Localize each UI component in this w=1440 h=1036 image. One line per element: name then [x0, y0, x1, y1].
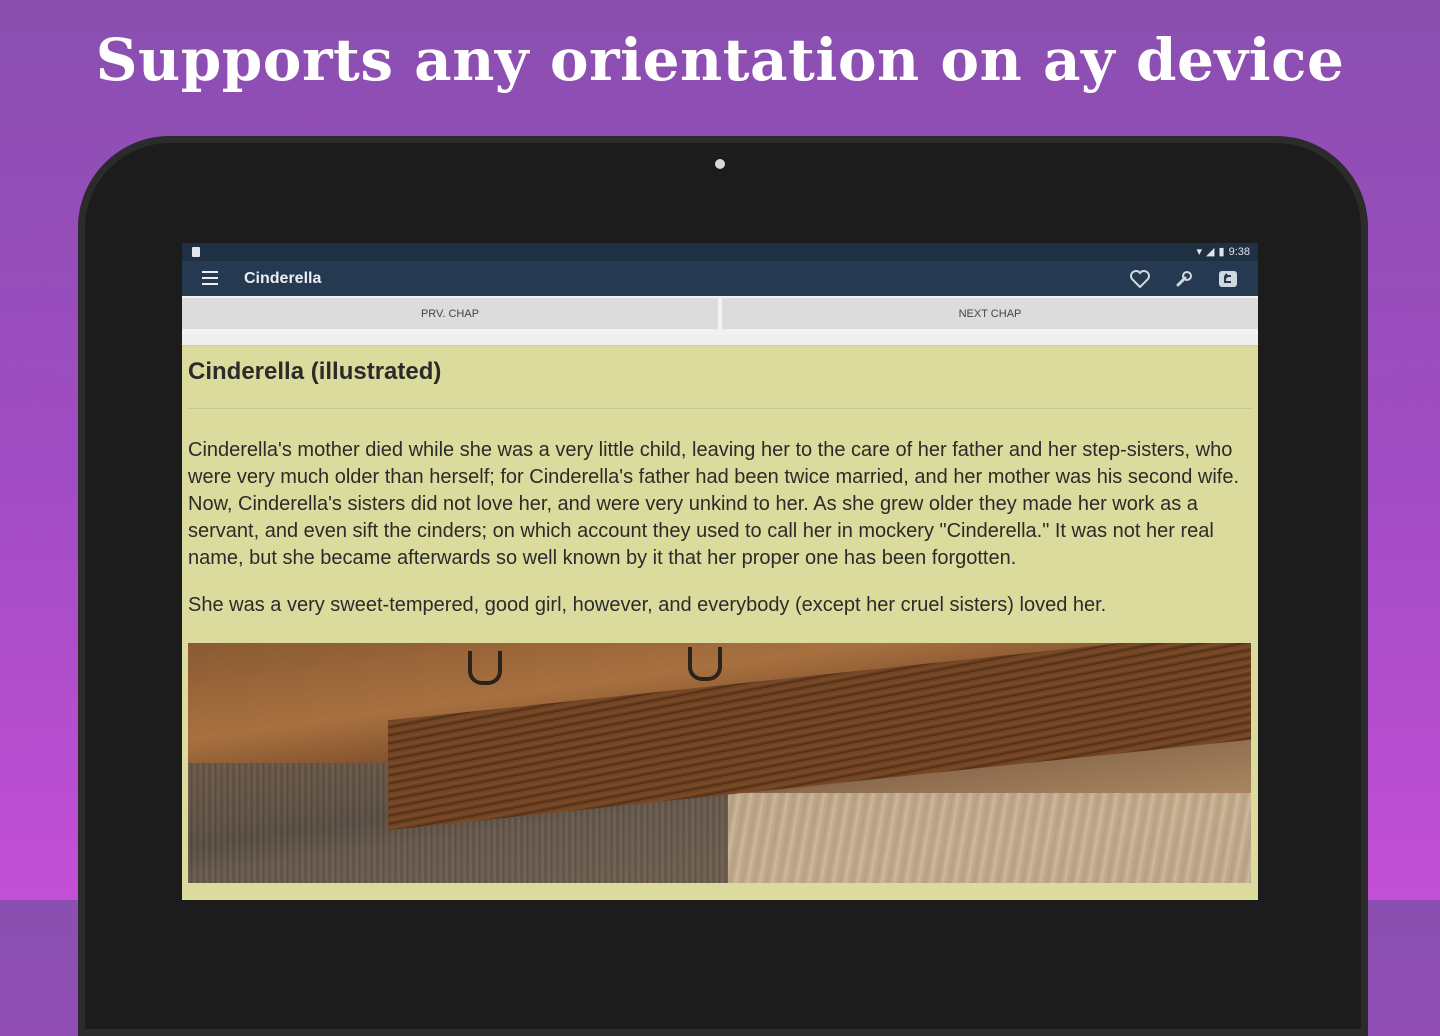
exit-icon[interactable] — [1216, 267, 1240, 291]
wrench-settings-icon[interactable] — [1172, 267, 1196, 291]
reading-content[interactable]: Cinderella (illustrated) Cinderella's mo… — [182, 346, 1258, 883]
notification-icon — [192, 247, 200, 257]
hamburger-menu-icon[interactable] — [202, 271, 218, 285]
chapter-navigation: PRV. CHAP NEXT CHAP — [182, 296, 1258, 335]
battery-icon: ▮ — [1218, 246, 1225, 258]
signal-icon: ◢ — [1206, 246, 1215, 258]
previous-chapter-button[interactable]: PRV. CHAP — [182, 298, 718, 329]
story-illustration — [188, 643, 1251, 883]
app-title: Cinderella — [244, 270, 322, 287]
illustration-hook — [688, 647, 722, 681]
promo-headline: Supports any orientation on ay device — [95, 26, 1345, 94]
paragraph: Cinderella's mother died while she was a… — [188, 439, 1239, 569]
paragraph: She was a very sweet-tempered, good girl… — [188, 594, 1107, 616]
chapter-title: Cinderella (illustrated) — [188, 354, 1252, 409]
status-bar: ▾ ◢ ▮ 9:38 — [182, 243, 1258, 261]
app-bar: Cinderella — [182, 261, 1258, 296]
illustration-floor — [728, 793, 1251, 883]
wifi-icon: ▾ — [1196, 246, 1203, 258]
status-time: 9:38 — [1228, 246, 1250, 258]
status-right: ▾ ◢ ▮ 9:38 — [1197, 245, 1250, 259]
front-camera — [715, 159, 725, 169]
next-chapter-button[interactable]: NEXT CHAP — [722, 298, 1258, 329]
favorite-heart-icon[interactable] — [1128, 267, 1152, 291]
app-bar-actions — [1128, 267, 1240, 291]
divider — [182, 335, 1258, 346]
illustration-hook — [468, 651, 502, 685]
device-screen: ▾ ◢ ▮ 9:38 Cinderella PRV. CHAP NEXT CHA… — [182, 243, 1258, 900]
